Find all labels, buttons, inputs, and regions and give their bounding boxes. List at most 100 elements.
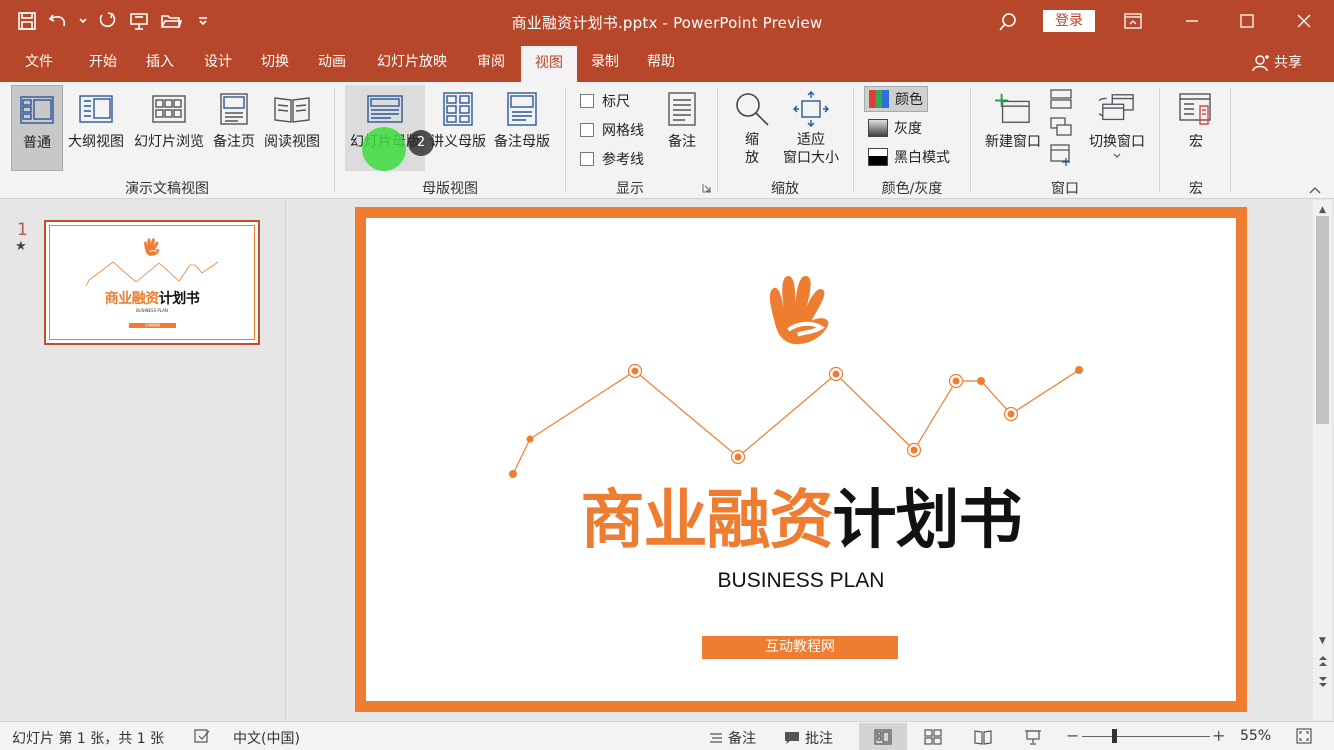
separator <box>717 88 718 192</box>
status-slideshow-icon[interactable] <box>1009 723 1057 750</box>
minimize-icon[interactable] <box>1172 6 1212 36</box>
status-slide-sorter-icon[interactable] <box>909 723 957 750</box>
zoom-label-line1: 缩 <box>745 132 759 148</box>
slide-subtitle[interactable]: BUSINESS PLAN <box>366 569 1236 593</box>
slide-canvas[interactable]: 商业融资计划书 BUSINESS PLAN 互动教程网 <box>355 207 1247 712</box>
slide-sorter-label: 幻灯片浏览 <box>134 134 204 150</box>
next-slide-icon[interactable] <box>1313 674 1332 690</box>
notes-page-button[interactable]: 备注页 <box>209 85 259 171</box>
undo-icon[interactable] <box>46 8 72 34</box>
thumb-button: 互动教程网 <box>129 323 176 328</box>
customize-toolbar-icon[interactable] <box>190 8 216 34</box>
handout-master-icon <box>440 91 476 127</box>
present-from-start-icon[interactable] <box>126 8 152 34</box>
tab-slideshow[interactable]: 幻灯片放映 <box>366 44 458 82</box>
collapse-ribbon-icon[interactable] <box>1308 184 1322 194</box>
status-normal-view-icon[interactable] <box>859 723 907 750</box>
new-window-icon <box>995 91 1031 127</box>
notes-status-button[interactable]: 备注 <box>709 728 756 748</box>
magnifier-icon <box>734 91 770 127</box>
color-button[interactable]: 颜色 <box>864 86 928 112</box>
fit-to-window-button[interactable]: 适应 窗口大小 <box>779 85 843 177</box>
close-icon[interactable] <box>1284 6 1324 36</box>
normal-view-button[interactable]: 普通 <box>11 85 63 171</box>
notes-icon <box>664 91 700 127</box>
zoom-button[interactable]: 缩 放 <box>729 85 775 177</box>
slide-thumbnail[interactable]: 商业融资计划书 BUSINESS PLAN 互动教程网 <box>44 220 260 345</box>
macro-icon <box>1178 91 1214 127</box>
language-status[interactable]: 中文(中国) <box>233 728 300 748</box>
color-grayscale-group-label: 颜色/灰度 <box>881 181 943 197</box>
new-window-label: 新建窗口 <box>985 134 1041 150</box>
slide-button[interactable]: 互动教程网 <box>702 636 898 659</box>
notes-master-button[interactable]: 备注母版 <box>490 85 554 171</box>
ribbon-display-options-icon[interactable] <box>1113 6 1153 36</box>
search-icon[interactable] <box>994 9 1022 35</box>
zoom-in-icon[interactable]: + <box>1212 726 1225 745</box>
slide[interactable]: 商业融资计划书 BUSINESS PLAN 互动教程网 <box>366 218 1236 701</box>
guides-checkbox[interactable]: 参考线 <box>580 149 644 169</box>
undo-dropdown-icon[interactable] <box>78 8 88 34</box>
notes-status-icon <box>710 733 722 743</box>
switch-window-button[interactable]: 切换窗口 <box>1084 85 1150 171</box>
tab-help[interactable]: 帮助 <box>636 44 686 82</box>
comments-status-label: 批注 <box>805 731 833 747</box>
show-dialog-launcher-icon[interactable] <box>702 182 712 193</box>
reading-view-label: 阅读视图 <box>264 134 320 150</box>
previous-slide-icon[interactable] <box>1313 653 1332 669</box>
save-icon[interactable] <box>14 8 40 34</box>
tab-view[interactable]: 视图 <box>521 44 577 82</box>
slide-title[interactable]: 商业融资计划书 <box>366 484 1236 558</box>
tab-record[interactable]: 录制 <box>580 44 630 82</box>
notes-button[interactable]: 备注 <box>660 85 704 171</box>
outline-view-button[interactable]: 大纲视图 <box>64 85 128 171</box>
reading-view-icon <box>274 91 310 127</box>
scroll-down-icon[interactable]: ▼ <box>1313 633 1332 649</box>
gridlines-checkbox[interactable]: 网格线 <box>580 120 644 140</box>
maximize-icon[interactable] <box>1227 6 1267 36</box>
accessibility-icon[interactable] <box>193 728 211 744</box>
tab-design[interactable]: 设计 <box>193 44 243 82</box>
zoom-slider-track[interactable] <box>1082 736 1210 737</box>
zoom-slider-knob[interactable] <box>1112 729 1117 743</box>
cascade-icon[interactable] <box>1050 117 1072 137</box>
status-reading-view-icon[interactable] <box>959 723 1007 750</box>
arrange-all-icon[interactable] <box>1050 89 1072 109</box>
tab-insert[interactable]: 插入 <box>135 44 185 82</box>
new-window-button[interactable]: 新建窗口 <box>980 85 1046 171</box>
status-bar: 幻灯片 第 1 张，共 1 张 中文(中国) 备注 批注 − + 55% <box>0 721 1334 750</box>
grayscale-button[interactable]: 灰度 <box>864 115 926 141</box>
macros-group-label: 宏 <box>1189 181 1203 197</box>
reading-view-button[interactable]: 阅读视图 <box>260 85 324 171</box>
redo-icon[interactable] <box>94 8 120 34</box>
open-folder-icon[interactable] <box>158 8 184 34</box>
move-split-icon[interactable] <box>1050 144 1072 166</box>
macros-button[interactable]: 宏 <box>1172 85 1220 171</box>
tab-file[interactable]: 文件 <box>14 44 64 82</box>
ruler-checkbox[interactable]: 标尺 <box>580 91 630 111</box>
black-white-button[interactable]: 黑白模式 <box>864 144 954 170</box>
share-button[interactable]: 共享 <box>1252 44 1302 82</box>
outline-view-icon <box>78 91 114 127</box>
comments-status-button[interactable]: 批注 <box>784 728 833 748</box>
vertical-scrollbar[interactable]: ▲ ▼ <box>1313 200 1332 720</box>
tab-review[interactable]: 审阅 <box>466 44 516 82</box>
separator <box>853 88 854 192</box>
tab-transitions[interactable]: 切换 <box>250 44 300 82</box>
scroll-thumb[interactable] <box>1316 216 1329 424</box>
separator <box>1230 88 1231 192</box>
tab-animations[interactable]: 动画 <box>307 44 357 82</box>
fit-slide-to-window-icon[interactable] <box>1296 728 1312 744</box>
fit-label-line2: 窗口大小 <box>783 150 839 166</box>
ruler-checkbox-box[interactable] <box>580 94 594 108</box>
handout-master-button[interactable]: 讲义母版 <box>428 85 488 171</box>
tab-home[interactable]: 开始 <box>78 44 128 82</box>
slide-master-icon <box>367 91 403 127</box>
guides-checkbox-box[interactable] <box>580 152 594 166</box>
slide-sorter-button[interactable]: 幻灯片浏览 <box>129 85 209 171</box>
zoom-percentage[interactable]: 55% <box>1240 728 1271 744</box>
guides-label: 参考线 <box>602 152 644 168</box>
login-button[interactable]: 登录 <box>1043 10 1095 32</box>
zoom-out-icon[interactable]: − <box>1066 726 1079 745</box>
gridlines-checkbox-box[interactable] <box>580 123 594 137</box>
